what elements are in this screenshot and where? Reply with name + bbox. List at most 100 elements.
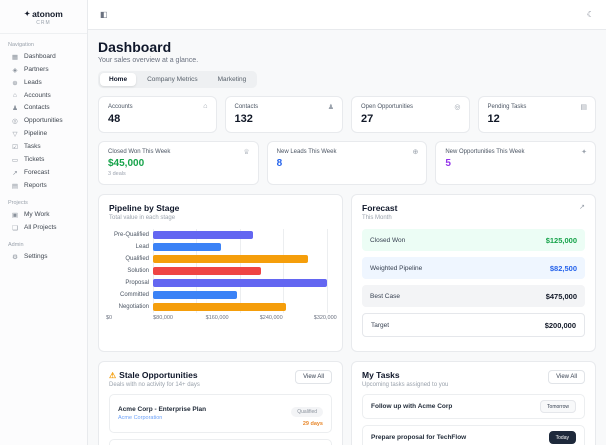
chart-bar-pre-qualified	[153, 230, 254, 240]
stale-days: 29 days	[302, 421, 323, 427]
sidebar-item[interactable]: ▽ Pipeline	[3, 127, 84, 140]
metric-card-value: 8	[276, 158, 283, 169]
chart-plot	[153, 229, 332, 313]
stat-card: Contacts ♟ 132	[224, 96, 343, 133]
chart-y-label: Pre-Qualified	[113, 232, 149, 238]
chart-bar-negotiation	[153, 302, 286, 312]
my-tasks-panel: My Tasks Upcoming tasks assigned to you …	[351, 361, 596, 445]
sidebar-item[interactable]: ▭ Tickets	[3, 153, 84, 166]
trophy-icon: ♕	[243, 149, 250, 156]
metric-card-label: Closed Won This Week	[108, 149, 171, 155]
chart-y-label: Solution	[127, 268, 149, 274]
sidebar-item[interactable]: ▦ Dashboard	[3, 50, 84, 63]
ticket-icon: ▭	[11, 156, 19, 164]
gear-icon: ⚙	[12, 253, 18, 261]
stat-card: Open Opportunities ◎ 27	[351, 96, 470, 133]
pipeline-subtitle: Total value in each stage	[109, 215, 176, 221]
stat-card-row: Accounts ⌂ 48 Contacts ♟ 132 Open Opport…	[98, 96, 596, 133]
chart-x-tick-label: $160,000	[205, 315, 229, 321]
tab[interactable]: Home	[100, 73, 137, 86]
metric-card-row: Closed Won This Week ♕ $45,000 3 deals N…	[98, 141, 596, 185]
brand-name: atonom	[32, 9, 63, 19]
task-row[interactable]: Follow up with Acme Corp Tomorrow	[362, 394, 585, 419]
chart-y-labels: Pre-Qualified Lead Qualified Solution Propos…	[109, 229, 153, 313]
sidebar-item-label: All Projects	[24, 224, 57, 231]
chart-y-label: Negotiation	[118, 304, 149, 310]
stat-card-value: 27	[361, 113, 374, 125]
task-due-badge: Tomorrow	[540, 400, 576, 413]
sidebar-item[interactable]: ↗ Forecast	[3, 166, 84, 179]
task-list: Follow up with Acme Corp Tomorrow Prepar…	[362, 394, 585, 445]
opportunity-name: Acme Corp - Enterprise Plan	[118, 406, 207, 413]
forecast-row-value: $475,000	[545, 291, 577, 301]
target-icon: ◎	[12, 117, 18, 125]
chart-x-tick-label: $240,000	[259, 315, 283, 321]
funnel-icon: ▽	[12, 130, 18, 138]
brand-logo: ✦ atonom CRM	[0, 0, 87, 34]
sidebar-item[interactable]: ❏ All Projects	[3, 221, 84, 234]
page-title: Dashboard	[98, 39, 172, 55]
chart-bar-lead	[153, 242, 221, 252]
chart-y-label: Proposal	[125, 280, 149, 286]
pipeline-title: Pipeline by Stage	[109, 203, 180, 213]
sidebar-item[interactable]: ⌂ Accounts	[3, 89, 84, 101]
sidebar-toggle-icon[interactable]: ◧	[100, 10, 108, 19]
users-icon: ♟	[327, 104, 334, 111]
sidebar-item[interactable]: ▣ My Work	[3, 208, 84, 221]
sidebar-item[interactable]: ⊕ Leads	[3, 76, 84, 89]
metric-card: New Leads This Week ⊕ 8	[266, 141, 428, 185]
chart-x-tick-label: $80,000	[153, 315, 173, 321]
tasks-view-all-button[interactable]: View All	[548, 370, 585, 384]
stat-card: Accounts ⌂ 48	[98, 96, 217, 133]
chart-y-label: Lead	[135, 244, 149, 250]
stale-opportunity-row[interactable]: TechFlow - Platform License TechFlow Sol…	[109, 439, 332, 445]
user-plus-icon: ⊕	[412, 149, 419, 156]
sidebar-item[interactable]: ◈ Partners	[3, 63, 84, 76]
tab[interactable]: Company Metrics	[138, 73, 207, 86]
stat-card-label: Contacts	[234, 104, 259, 110]
metric-card: Closed Won This Week ♕ $45,000 3 deals	[98, 141, 259, 185]
stale-opportunity-row[interactable]: Acme Corp - Enterprise Plan Acme Corpora…	[109, 394, 332, 433]
dashboard-tabs: Home Company Metrics Marketing	[98, 71, 258, 88]
sidebar-section-label: Admin	[8, 242, 24, 248]
sidebar-item-label: Partners	[24, 66, 49, 73]
sparkles-icon: ✦	[581, 149, 587, 156]
stat-card-label: Open Opportunities	[361, 104, 414, 110]
sidebar-item-label: Forecast	[24, 169, 50, 176]
tasks-title: My Tasks	[362, 370, 400, 380]
sidebar-section: Navigation ▦ Dashboard ◈ Partners ⊕ Lead…	[0, 42, 87, 192]
task-name: Prepare proposal for TechFlow	[371, 434, 467, 441]
report-icon: ▤	[11, 182, 19, 190]
trend-icon: ↗	[579, 204, 585, 211]
tasks-subtitle: Upcoming tasks assigned to you	[362, 382, 449, 388]
forecast-panel: Forecast This Month ↗ Closed Won $125,00…	[351, 194, 596, 352]
forecast-subtitle: This Month	[362, 215, 392, 221]
sidebar-item[interactable]: ▤ Reports	[3, 179, 84, 192]
building-icon: ⌂	[13, 91, 17, 99]
metric-card-label: New Opportunities This Week	[445, 149, 525, 155]
task-row[interactable]: Prepare proposal for TechFlow Today	[362, 425, 585, 445]
chart-bar-committed	[153, 290, 238, 300]
sidebar-item-label: Leads	[24, 79, 42, 86]
stale-view-all-button[interactable]: View All	[295, 370, 332, 384]
stat-card: Pending Tasks ▤ 12	[477, 96, 596, 133]
target-icon: ◎	[454, 104, 461, 111]
forecast-row-label: Closed Won	[370, 236, 406, 244]
moon-icon[interactable]: ☾	[587, 10, 594, 19]
metric-card-subtext	[445, 171, 586, 177]
sidebar-item[interactable]: ◎ Opportunities	[3, 114, 84, 127]
sidebar-item[interactable]: ♟ Contacts	[3, 101, 84, 114]
folder-icon: ❏	[12, 224, 18, 232]
sidebar-item-label: Dashboard	[24, 53, 56, 60]
chart-x-tick-label: $0	[105, 315, 113, 321]
sidebar-item[interactable]: ☑ Tasks	[3, 140, 84, 153]
forecast-row-label: Target	[371, 321, 390, 329]
metric-card-value: 5	[445, 158, 451, 169]
sidebar-item[interactable]: ⚙ Settings	[3, 250, 84, 263]
forecast-row: Closed Won $125,000	[362, 229, 585, 251]
sidebar-item-label: Accounts	[24, 91, 51, 99]
chart-x-tick-label: $320,000	[313, 315, 337, 321]
tab[interactable]: Marketing	[209, 73, 256, 86]
forecast-row-value: $200,000	[544, 320, 576, 330]
dashboard-icon: ▦	[11, 53, 19, 61]
